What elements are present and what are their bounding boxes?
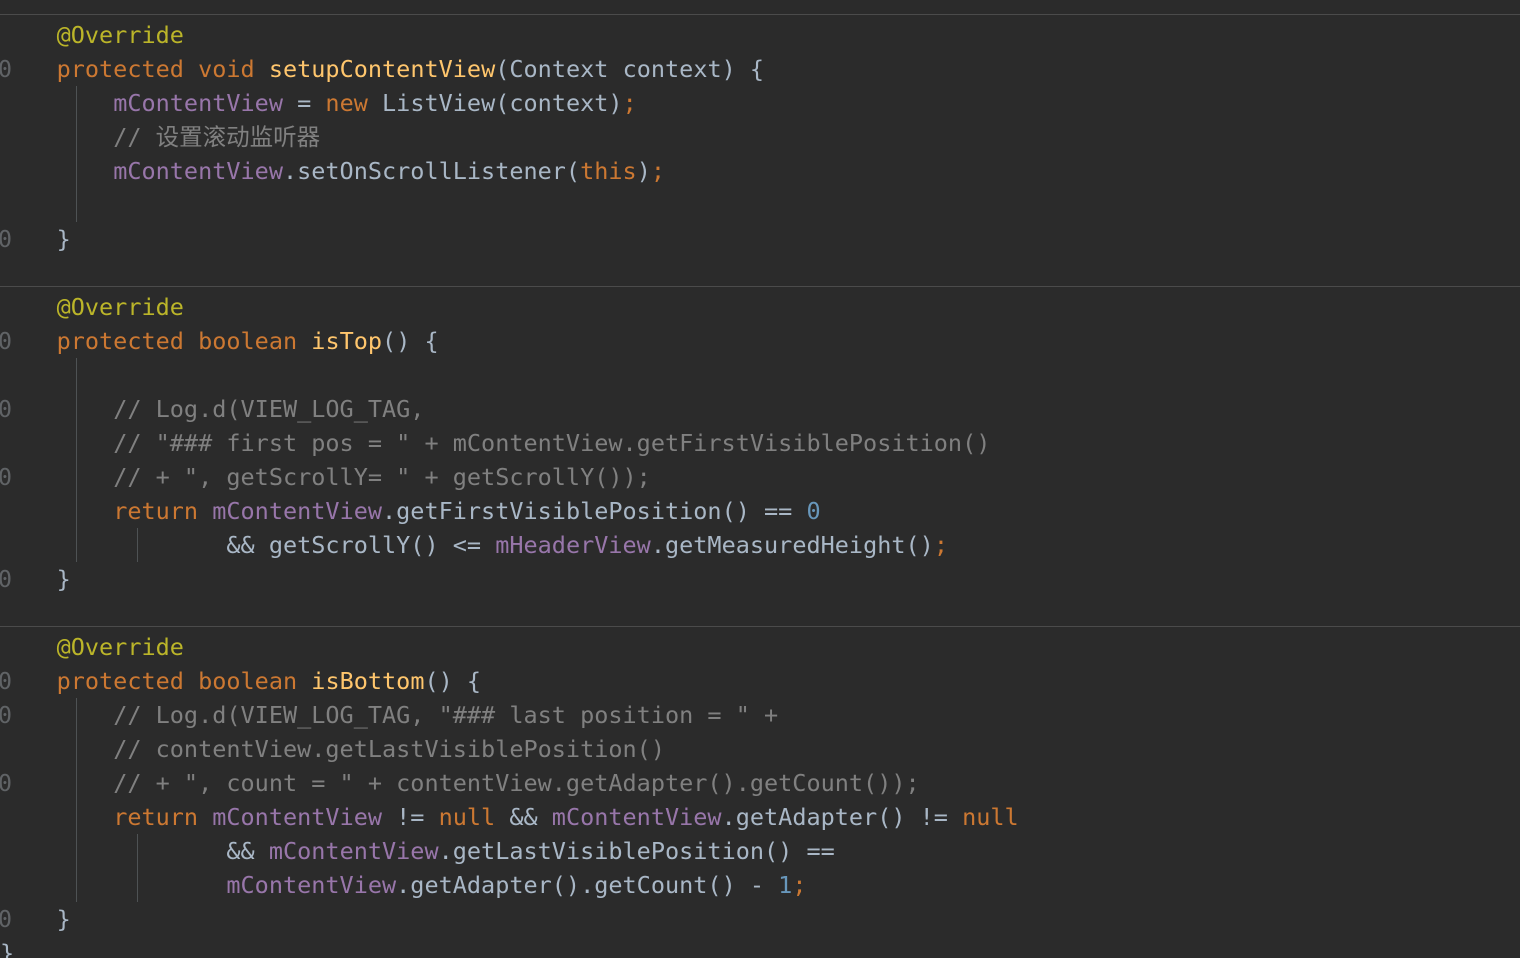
field-token: mContentView: [212, 803, 383, 831]
line-number: 0: [0, 55, 12, 83]
line-number: 0: [0, 327, 12, 355]
param-token: context: [509, 89, 609, 117]
keyword-token: return: [113, 803, 199, 831]
field-token: mContentView: [212, 497, 383, 525]
code-line[interactable]: }: [0, 902, 1520, 936]
field-token: mHeaderView: [495, 531, 651, 559]
type-token: Context: [509, 55, 609, 83]
line-number: 0: [0, 701, 12, 729]
line-number: 0: [0, 225, 12, 253]
code-line[interactable]: @Override: [0, 630, 1520, 664]
line-number-gutter[interactable]: 0 0 0 0 0 0 0 0 0 0: [0, 0, 12, 958]
method-name-token: isTop: [311, 327, 383, 355]
comment-token: // Log.d(VIEW_LOG_TAG,: [113, 395, 425, 423]
code-line-blank[interactable]: [0, 188, 1520, 222]
code-line[interactable]: && mContentView.getLastVisiblePosition()…: [0, 834, 1520, 868]
line-number: 0: [0, 769, 12, 797]
code-line[interactable]: mContentView.setOnScrollListener(this);: [0, 154, 1520, 188]
field-token: mContentView: [226, 871, 397, 899]
keyword-token: protected: [56, 667, 184, 695]
comment-token: // "### first pos = " + mContentView.get…: [113, 429, 991, 457]
code-line[interactable]: // + ", count = " + contentView.getAdapt…: [0, 766, 1520, 800]
code-line[interactable]: protected boolean isBottom() {: [0, 664, 1520, 698]
keyword-token: null: [438, 803, 496, 831]
code-line[interactable]: // + ", getScrollY= " + getScrollY());: [0, 460, 1520, 494]
code-line[interactable]: return mContentView.getFirstVisiblePosit…: [0, 494, 1520, 528]
keyword-token: protected: [56, 55, 184, 83]
code-line[interactable]: }: [0, 562, 1520, 596]
code-line[interactable]: protected boolean isTop() {: [0, 324, 1520, 358]
field-token: mContentView: [268, 837, 439, 865]
code-line[interactable]: && getScrollY() <= mHeaderView.getMeasur…: [0, 528, 1520, 562]
keyword-token: return: [113, 497, 199, 525]
code-line[interactable]: }: [0, 222, 1520, 256]
annotation-token: @Override: [56, 293, 184, 321]
number-token: 1: [778, 871, 793, 899]
keyword-token: null: [962, 803, 1019, 831]
code-line[interactable]: return mContentView != null && mContentV…: [0, 800, 1520, 834]
field-token: mContentView: [551, 803, 722, 831]
code-editor[interactable]: 0 0 0 0 0 0 0 0 0 0 @Override protected …: [0, 0, 1520, 958]
keyword-token: boolean: [198, 667, 298, 695]
keyword-token: new: [325, 89, 368, 117]
comment-token: // + ", count = " + contentView.getAdapt…: [113, 769, 920, 797]
code-line[interactable]: // "### first pos = " + mContentView.get…: [0, 426, 1520, 460]
code-line-blank[interactable]: [0, 596, 1520, 630]
code-line[interactable]: // 设置滚动监听器: [0, 120, 1520, 154]
comment-token: // contentView.getLastVisiblePosition(): [113, 735, 665, 763]
keyword-token: boolean: [198, 327, 298, 355]
method-separator-top: [0, 14, 1520, 15]
line-number: 0: [0, 463, 12, 491]
annotation-token: @Override: [56, 633, 184, 661]
annotation-token: @Override: [56, 21, 184, 49]
method-name-token: isBottom: [311, 667, 425, 695]
param-token: context: [622, 55, 722, 83]
comment-token: // Log.d(VIEW_LOG_TAG, "### last positio…: [113, 701, 779, 729]
code-line-blank[interactable]: [0, 358, 1520, 392]
keyword-token: protected: [56, 327, 184, 355]
field-token: mContentView: [113, 89, 283, 117]
method-name-token: setupContentView: [268, 55, 496, 83]
comment-token: // 设置滚动监听器: [113, 123, 321, 151]
number-token: 0: [806, 497, 821, 525]
keyword-token: this: [580, 157, 637, 185]
line-number: 0: [0, 395, 12, 423]
keyword-token: void: [198, 55, 255, 83]
code-line[interactable]: // Log.d(VIEW_LOG_TAG,: [0, 392, 1520, 426]
code-line[interactable]: }: [0, 936, 1520, 958]
code-line[interactable]: mContentView.getAdapter().getCount() - 1…: [0, 868, 1520, 902]
code-line[interactable]: @Override: [0, 18, 1520, 52]
code-line[interactable]: mContentView = new ListView(context);: [0, 86, 1520, 120]
line-number: 0: [0, 905, 12, 933]
line-number: 0: [0, 565, 12, 593]
code-line[interactable]: @Override: [0, 290, 1520, 324]
type-token: ListView: [382, 89, 496, 117]
line-number: 0: [0, 667, 12, 695]
code-line[interactable]: // Log.d(VIEW_LOG_TAG, "### last positio…: [0, 698, 1520, 732]
comment-token: // + ", getScrollY= " + getScrollY());: [113, 463, 651, 491]
field-token: mContentView: [113, 157, 283, 185]
code-line-blank[interactable]: [0, 256, 1520, 290]
code-line[interactable]: protected void setupContentView(Context …: [0, 52, 1520, 86]
code-line[interactable]: // contentView.getLastVisiblePosition(): [0, 732, 1520, 766]
